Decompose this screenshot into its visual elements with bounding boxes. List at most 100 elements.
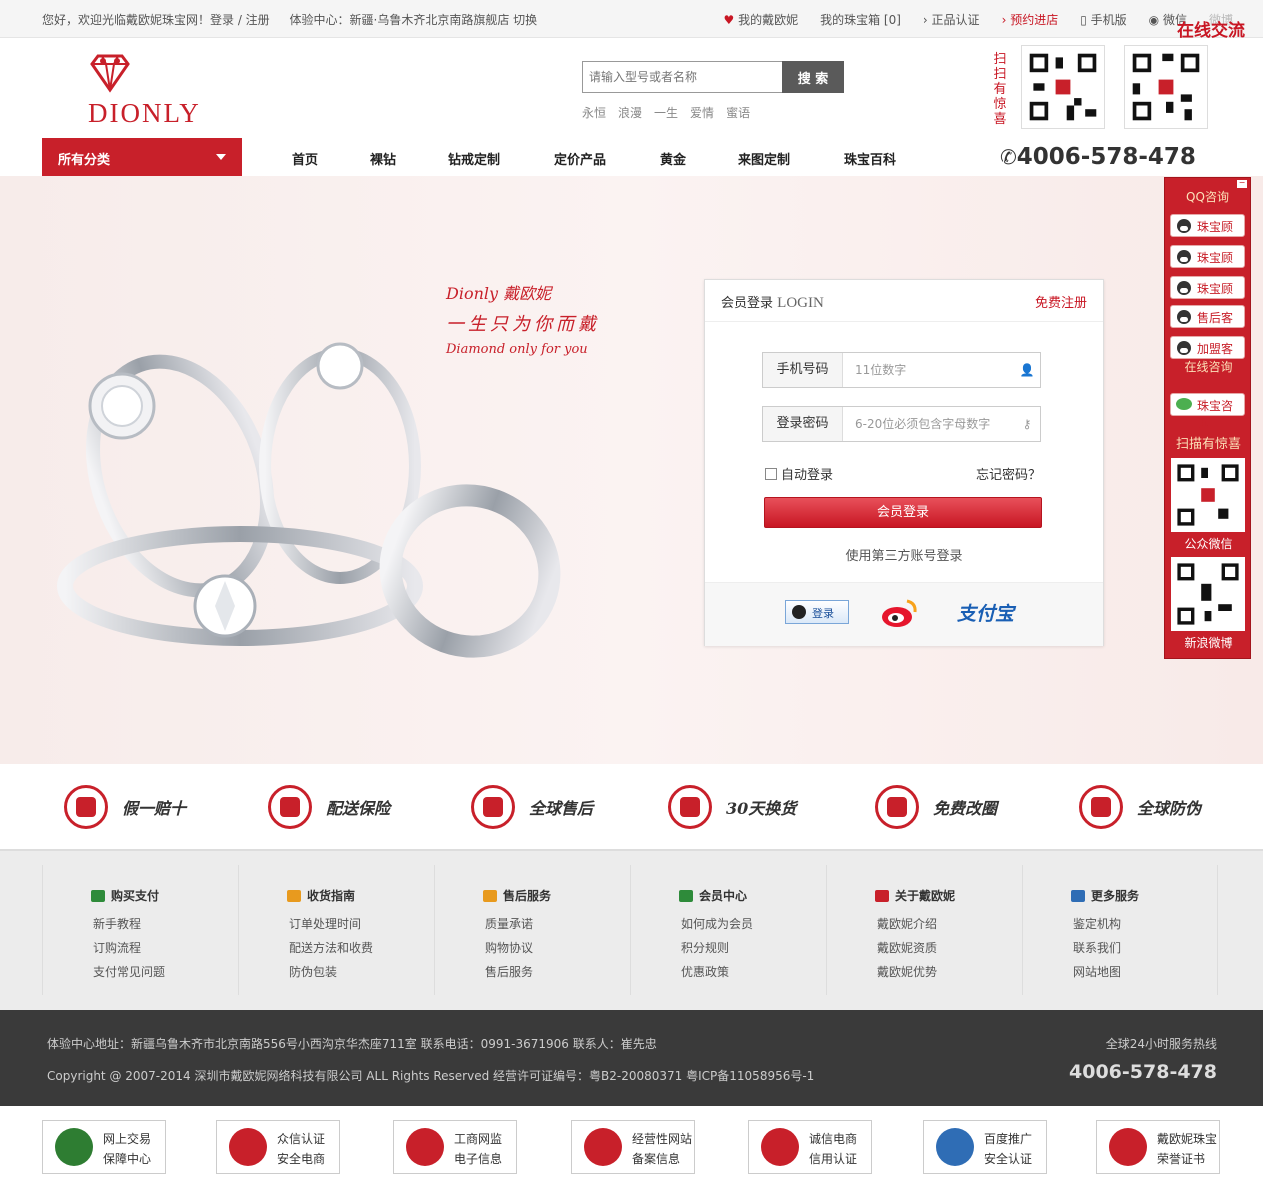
footer-link[interactable]: 支付常见问题 [93,963,165,980]
hot-word[interactable]: 永恒 [582,104,606,121]
footer-link[interactable]: 联系我们 [1073,939,1121,956]
service-item[interactable]: 30天换货 [668,785,796,829]
footer-column-title: 关于戴欧妮 [875,887,955,904]
jewelry-box-link[interactable]: 我的珠宝箱 [0] [820,11,901,28]
trust-badge[interactable]: 网上交易 保障中心 [42,1120,166,1174]
service-item[interactable]: 配送保险 [268,785,390,829]
copyright-text: Copyright @ 2007-2014 深圳市戴欧妮网络科技有限公司 ALL… [47,1069,815,1083]
consultant-button[interactable]: 珠宝顾问 [1170,214,1245,251]
password-input[interactable]: 6-20位必须包含字母数字 [843,407,1014,441]
footer-column: 关于戴欧妮 戴欧妮介绍 戴欧妮资质 戴欧妮优势 [826,865,1022,995]
footer-links: 购买支付 新手教程 订购流程 支付常见问题 收货指南 订单处理时间 配送方法和收… [0,850,1263,1010]
footer-column: 收货指南 订单处理时间 配送方法和收费 防伪包装 [238,865,434,995]
footer-link[interactable]: 配送方法和收费 [289,939,373,956]
banner-slogan: 一生只为你而戴 [446,314,600,335]
register-link[interactable]: 免费注册 [1035,292,1087,311]
user-icon [679,889,693,902]
trust-badge[interactable]: 工商网监 电子信息 [393,1120,517,1174]
trust-badge[interactable]: 经营性网站 备案信息 [571,1120,695,1174]
password-field[interactable]: 登录密码 6-20位必须包含字母数字 ⚷ [762,406,1041,442]
footer-link[interactable]: 优惠政策 [681,963,729,980]
qq-icon [1177,281,1191,295]
nav-item-diamond[interactable]: 裸钻 [370,149,448,168]
top-links: ♥ 我的戴欧妮 我的珠宝箱 [0] › 正品认证 › 预约进店 ▯ 手机版 ◉ … [723,11,1233,28]
online-chat-tag[interactable]: 在线交流 [1177,16,1245,41]
service-item[interactable]: 假一赔十 [64,785,186,829]
service-item[interactable]: 全球售后 [471,785,593,829]
footer-link[interactable]: 如何成为会员 [681,915,753,932]
ebs-icon [229,1128,267,1166]
auto-login-checkbox[interactable] [765,467,777,480]
auto-login[interactable]: 自动登录 [765,464,833,483]
weibo-label: 新浪微博 [1184,636,1233,650]
qq-icon [1177,341,1191,355]
hot-word[interactable]: 蜜语 [726,104,750,121]
online-consult-title: 在线咨询 [1184,360,1233,374]
shield-icon [483,889,497,902]
phone-field[interactable]: 手机号码 11位数字 👤 [762,352,1041,388]
qr-code-icon [1021,45,1105,129]
nav-item-home[interactable]: 首页 [292,149,370,168]
experience-center[interactable]: 体验中心：新疆·乌鲁木齐北京南路旗舰店 切换 [290,13,538,27]
trust-badge[interactable]: 诚信电商 信用认证 [748,1120,872,1174]
phone-input[interactable]: 11位数字 [843,353,1014,387]
qq-login-button[interactable]: 登录 [785,600,849,624]
footer-link[interactable]: 购物协议 [485,939,533,956]
mobile-link[interactable]: ▯ 手机版 [1080,11,1126,28]
footer-link[interactable]: 质量承诺 [485,915,533,932]
footer-link[interactable]: 戴欧妮优势 [877,963,937,980]
footer-link[interactable]: 网站地图 [1073,963,1121,980]
footer-link[interactable]: 新手教程 [93,915,141,932]
footer-link[interactable]: 防伪包装 [289,963,337,980]
footer-link[interactable]: 订单处理时间 [289,915,361,932]
footer-link[interactable]: 鉴定机构 [1073,915,1121,932]
consultant-button[interactable]: 珠宝顾问 [1170,245,1245,282]
nav-links: 首页 裸钻 钻戒定制 定价产品 黄金 来图定制 珠宝百科 [292,149,934,168]
footer-link[interactable]: 戴欧妮资质 [877,939,937,956]
franchise-button[interactable]: 加盟客服 [1170,336,1245,373]
all-categories-button[interactable]: 所有分类 [42,138,242,176]
hot-word[interactable]: 浪漫 [618,104,642,121]
truck-icon [287,889,301,902]
trust-badge[interactable]: 戴欧妮珠宝 荣誉证书 [1096,1120,1220,1174]
reserve-link[interactable]: › 预约进店 [1002,11,1059,28]
my-account-link[interactable]: ♥ 我的戴欧妮 [723,11,798,28]
footer-link[interactable]: 售后服务 [485,963,533,980]
search-box: 搜 索 [582,61,844,93]
nav-item-ring-custom[interactable]: 钻戒定制 [448,149,554,168]
alipay-login-button[interactable]: 支付宝 [957,599,1014,626]
service-item[interactable]: 全球防伪 [1079,785,1201,829]
qq-icon [792,605,806,619]
search-button[interactable]: 搜 索 [782,61,844,93]
footer-link[interactable]: 订购流程 [93,939,141,956]
logo-icon[interactable] [88,52,132,97]
consultant-button[interactable]: 珠宝顾问 [1170,276,1245,313]
footer-column: 购买支付 新手教程 订购流程 支付常见问题 [42,865,238,995]
trust-badge[interactable]: 众信认证 安全电商 [216,1120,340,1174]
footer-link[interactable]: 积分规则 [681,939,729,956]
nav-item-fixed-price[interactable]: 定价产品 [554,149,660,168]
service-item[interactable]: 免费改圈 [875,785,997,829]
welcome-text[interactable]: 您好，欢迎光临戴欧妮珠宝网！登录 / 注册 [42,13,270,27]
footer-link[interactable]: 戴欧妮介绍 [877,915,937,932]
dionly-logo-icon [1109,1128,1147,1166]
hot-word[interactable]: 一生 [654,104,678,121]
forget-password-link[interactable]: 忘记密码？ [976,464,1041,483]
top-bar: 您好，欢迎光临戴欧妮珠宝网！登录 / 注册 体验中心：新疆·乌鲁木齐北京南路旗舰… [0,0,1263,38]
logo-text[interactable]: DIONLY [88,98,201,129]
baidu-paw-icon [936,1128,974,1166]
nav-item-encyclopedia[interactable]: 珠宝百科 [844,149,934,168]
authentic-link[interactable]: › 正品认证 [923,11,980,28]
phone-icon: ▯ [1080,13,1087,27]
nav-item-image-custom[interactable]: 来图定制 [738,149,844,168]
nav-item-gold[interactable]: 黄金 [660,149,738,168]
hot-word[interactable]: 爱情 [690,104,714,121]
login-button[interactable]: 会员登录 [764,497,1042,528]
jewelry-consult-button[interactable]: 珠宝咨询 [1170,393,1245,430]
phone-icon: ✆ [1000,145,1017,169]
weibo-login-icon[interactable] [879,597,919,632]
trust-badge[interactable]: 百度推广 安全认证 [923,1120,1047,1174]
close-icon[interactable]: − [1237,179,1247,188]
search-input[interactable] [582,61,782,93]
after-sales-button[interactable]: 售后客服 [1170,305,1245,342]
